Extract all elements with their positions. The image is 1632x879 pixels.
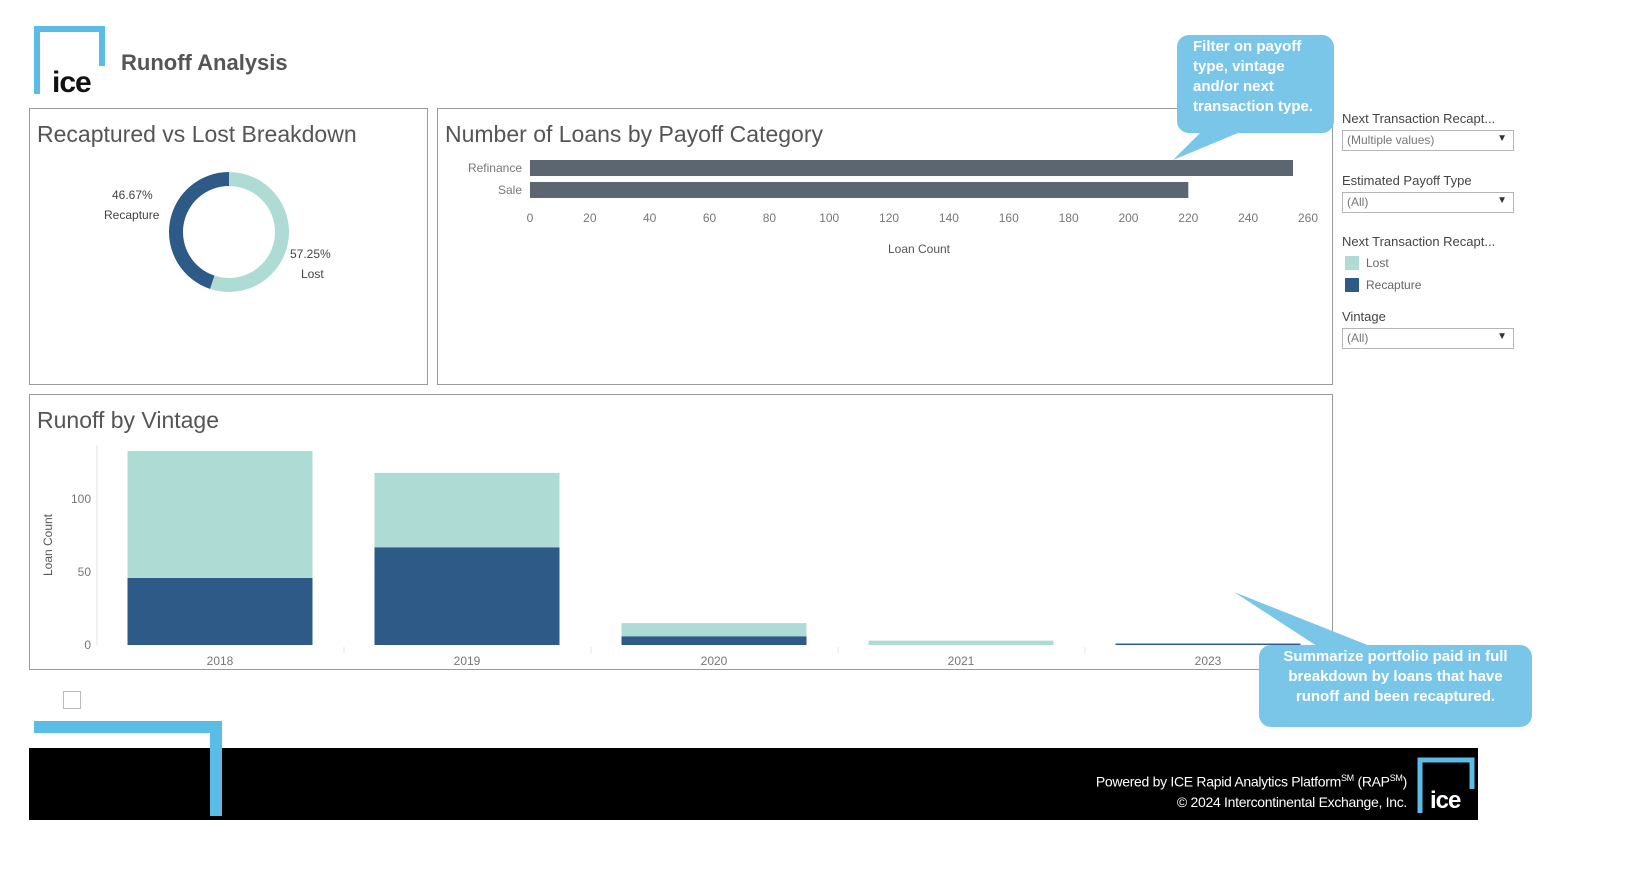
donut-slice-lost[interactable] — [210, 172, 289, 292]
payoff-x-tick: 60 — [703, 211, 717, 225]
vintage-stacked-bar-chart[interactable]: 0 50 100 Loan Count 2018 2019 2020 2021 2023 — [30, 395, 1332, 669]
vintage-filter-label: Vintage — [1342, 309, 1386, 324]
payoff-x-tick: 160 — [999, 211, 1019, 225]
vintage-bar-2020-recapture[interactable] — [621, 636, 807, 645]
payoff-category-label: Sale — [498, 183, 522, 197]
vintage-bar-2018-recapture[interactable] — [127, 577, 313, 645]
legend-swatch-recapture — [1345, 278, 1359, 292]
breakdown-panel: Recaptured vs Lost Breakdown 46.67% Reca… — [29, 108, 428, 385]
legend-title: Next Transaction Recapt... — [1342, 234, 1496, 249]
dropdown-arrow-icon: ▼ — [1497, 331, 1507, 342]
vintage-panel: Runoff by Vintage 0 50 100 Loan Count 2018 20… — [29, 394, 1333, 670]
vintage-x-tick: 2020 — [701, 654, 728, 668]
payoff-x-tick: 200 — [1118, 211, 1138, 225]
legend-label-recapture: Recapture — [1366, 278, 1422, 292]
checkbox[interactable] — [63, 691, 81, 709]
vintage-bar-2018-lost[interactable] — [127, 451, 313, 578]
dropdown-arrow-icon: ▼ — [1497, 133, 1507, 144]
payoff-x-tick: 40 — [643, 211, 657, 225]
dropdown-arrow-icon: ▼ — [1497, 195, 1507, 206]
footer-line-2: © 2024 Intercontinental Exchange, Inc. — [1176, 793, 1407, 810]
donut-slice-recapture[interactable] — [169, 172, 229, 289]
callout-bottom: Summarize portfolio paid in full breakdo… — [1259, 645, 1532, 727]
payoff-x-tick: 240 — [1238, 211, 1258, 225]
payoff-type-filter-dropdown[interactable]: (All) ▼ — [1342, 192, 1514, 213]
payoff-category-label: Refinance — [468, 161, 522, 175]
next-txn-filter-label: Next Transaction Recapt... — [1342, 111, 1496, 126]
donut-lost-label: Lost — [301, 267, 324, 281]
footer-line-1: Powered by ICE Rapid Analytics PlatformS… — [1095, 773, 1407, 790]
payoff-x-tick: 0 — [527, 211, 534, 225]
vintage-filter-value: (All) — [1347, 331, 1369, 345]
footer-text: Powered by ICE Rapid Analytics PlatformS… — [980, 768, 1407, 812]
callout-bottom-pointer — [1234, 592, 1375, 648]
payoff-x-axis-label: Loan Count — [888, 242, 951, 256]
next-txn-filter-value: (Multiple values) — [1347, 133, 1435, 147]
callout-top: Filter on payoff type, vintage and/or ne… — [1177, 35, 1334, 133]
vintage-y-axis-label: Loan Count — [41, 513, 55, 576]
page-title: Runoff Analysis — [121, 50, 288, 75]
payoff-x-tick: 220 — [1178, 211, 1198, 225]
vintage-y-tick: 50 — [78, 565, 92, 579]
payoff-type-filter-value: (All) — [1347, 195, 1369, 209]
legend-swatch-lost — [1345, 256, 1359, 270]
vintage-y-tick: 0 — [84, 638, 91, 652]
footer-logo-text: ice — [1430, 787, 1461, 814]
vintage-y-tick: 100 — [71, 492, 91, 506]
payoff-bar-sale[interactable] — [530, 182, 1189, 198]
payoff-type-filter-label: Estimated Payoff Type — [1342, 173, 1472, 188]
footer-logo: ice — [1417, 757, 1475, 815]
vintage-x-tick: 2023 — [1195, 654, 1222, 668]
vintage-x-tick: 2019 — [454, 654, 481, 668]
payoff-x-tick: 100 — [819, 211, 839, 225]
legend-label-lost: Lost — [1366, 256, 1389, 270]
payoff-x-tick: 180 — [1059, 211, 1079, 225]
next-txn-filter-dropdown[interactable]: (Multiple values) ▼ — [1342, 130, 1514, 151]
header-logo-text: ice — [52, 66, 92, 99]
vintage-x-tick: 2018 — [207, 654, 234, 668]
vintage-x-tick: 2021 — [948, 654, 975, 668]
vintage-bar-2020-lost[interactable] — [621, 623, 807, 637]
donut-chart[interactable]: 46.67% Recapture 57.25% Lost — [30, 109, 429, 386]
vintage-bar-2019-lost[interactable] — [374, 472, 560, 548]
payoff-x-tick: 260 — [1298, 211, 1318, 225]
payoff-x-tick: 120 — [879, 211, 899, 225]
payoff-x-tick: 20 — [583, 211, 597, 225]
donut-lost-pct: 57.25% — [290, 247, 331, 261]
payoff-x-tick: 80 — [763, 211, 777, 225]
vintage-bar-2021-lost[interactable] — [868, 640, 1054, 645]
callout-top-pointer — [1173, 128, 1250, 160]
donut-recapture-label: Recapture — [104, 208, 160, 222]
footer-accent — [34, 721, 224, 816]
donut-recapture-pct: 46.67% — [112, 188, 153, 202]
payoff-x-tick: 140 — [939, 211, 959, 225]
vintage-bar-2019-recapture[interactable] — [374, 547, 560, 645]
header-logo: ice — [34, 26, 106, 99]
vintage-filter-dropdown[interactable]: (All) ▼ — [1342, 328, 1514, 349]
